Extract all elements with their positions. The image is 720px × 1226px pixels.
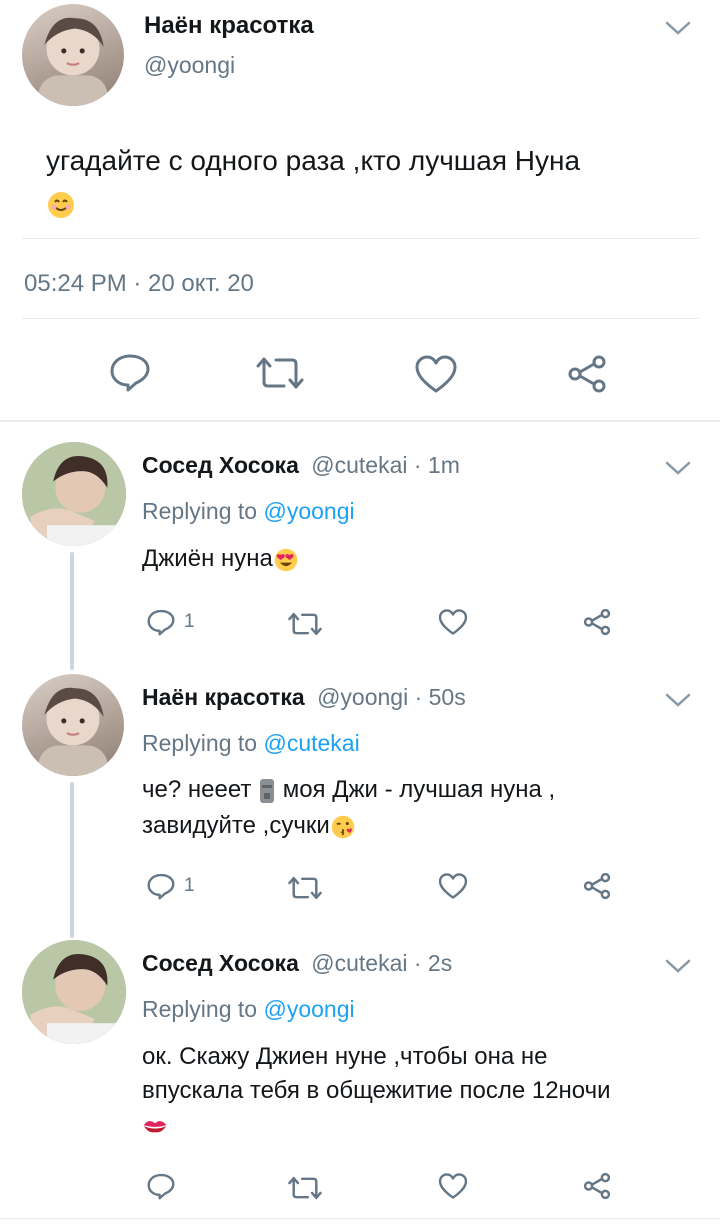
thread-line [70, 552, 74, 670]
tweet-text: угадайте с одного раза ,кто лучшая Нуна [46, 140, 686, 224]
retweet-icon [288, 1176, 322, 1200]
avatar-reply-3[interactable] [22, 940, 126, 1044]
kissing-face-icon [331, 815, 355, 838]
kiss-mark-icon [143, 1120, 167, 1133]
author-meta[interactable]: @yoongi · 50s [317, 684, 466, 710]
chevron-down-icon[interactable] [664, 690, 692, 710]
like-button[interactable] [438, 1172, 468, 1200]
share-icon [583, 1172, 611, 1200]
reply-1-header: Сосед Хосока @cutekai · 1m [142, 452, 460, 479]
reply-text-line2: впускала тебя в общежитие после 12ночи [142, 1077, 611, 1104]
replying-prefix: Replying to [142, 996, 258, 1022]
share-button[interactable] [582, 608, 612, 636]
reply-2-header: Наён красотка @yoongi · 50s [142, 684, 466, 711]
reply-button[interactable]: 1 [146, 872, 195, 900]
retweet-icon [256, 357, 304, 389]
reply-button[interactable] [146, 1172, 176, 1200]
tweet-text-body: угадайте с одного раза ,кто лучшая Нуна [46, 145, 581, 176]
thread-line [70, 782, 74, 938]
reply-text-line1b: моя Джи - лучшая нуна , [282, 776, 556, 803]
reply-count: 1 [184, 611, 195, 632]
divider [22, 238, 700, 239]
retweet-button[interactable] [256, 356, 304, 390]
replying-to-handle[interactable]: @yoongi [263, 498, 354, 524]
avatar-reply-2[interactable] [22, 674, 124, 776]
replying-to-handle[interactable]: @cutekai [263, 730, 359, 756]
smiling-face-icon [48, 191, 74, 218]
divider [22, 318, 700, 319]
replying-prefix: Replying to [142, 730, 258, 756]
like-button[interactable] [438, 872, 468, 900]
like-icon [438, 1173, 468, 1199]
reply-icon [147, 1173, 175, 1200]
replying-to-handle[interactable]: @yoongi [263, 996, 354, 1022]
chevron-down-icon[interactable] [664, 18, 692, 38]
like-button[interactable] [438, 608, 468, 636]
reply-3-text: ок. Скажу Джиен нуне ,чтобы она не впуск… [142, 1040, 611, 1142]
retweet-button[interactable] [288, 1176, 322, 1200]
divider [0, 1218, 720, 1219]
retweet-icon [288, 612, 322, 636]
author-meta[interactable]: @cutekai · 2s [311, 950, 452, 976]
retweet-button[interactable] [288, 876, 322, 900]
avatar-reply-1[interactable] [22, 442, 126, 546]
chevron-down-icon[interactable] [664, 956, 692, 976]
retweet-icon [288, 876, 322, 900]
replying-to: Replying to @yoongi [142, 996, 355, 1023]
reply-count: 1 [184, 875, 195, 896]
like-icon [415, 355, 457, 393]
share-icon [568, 355, 606, 393]
reply-icon [110, 354, 150, 392]
reply-text-line1: че? нееет [142, 776, 252, 803]
reply-text-line1: ок. Скажу Джиен нуне ,чтобы она не [142, 1043, 548, 1070]
share-button[interactable] [566, 354, 608, 394]
reply-text: Джиён нуна [142, 545, 273, 572]
reply-button[interactable] [108, 352, 152, 392]
replying-prefix: Replying to [142, 498, 258, 524]
replying-to: Replying to @cutekai [142, 730, 360, 757]
author-name[interactable]: Сосед Хосока [142, 452, 299, 478]
heart-eyes-icon [274, 548, 298, 571]
author-meta[interactable]: @cutekai · 1m [311, 452, 460, 478]
share-button[interactable] [582, 1172, 612, 1200]
share-button[interactable] [582, 872, 612, 900]
share-icon [583, 608, 611, 636]
chevron-down-icon[interactable] [664, 458, 692, 478]
reply-icon [147, 873, 175, 900]
like-icon [438, 609, 468, 635]
author-name[interactable]: Наён красотка [142, 684, 305, 710]
reply-2-text: че? нееет моя Джи - лучшая нуна , завиду… [142, 772, 555, 844]
reply-text-line2: завидуйте ,сучки [142, 812, 330, 839]
reply-3-header: Сосед Хосока @cutekai · 2s [142, 950, 452, 977]
reply-1-text: Джиён нуна [142, 542, 299, 576]
timestamp: 05:24 PM · 20 окт. 20 [24, 270, 254, 297]
replying-to: Replying to @yoongi [142, 498, 355, 525]
share-icon [583, 872, 611, 900]
reply-button[interactable]: 1 [146, 608, 195, 636]
moai-icon [260, 778, 275, 803]
reply-icon [147, 609, 175, 636]
author-handle[interactable]: @yoongi [144, 52, 235, 79]
avatar-main[interactable] [22, 4, 124, 106]
author-name[interactable]: Сосед Хосока [142, 950, 299, 976]
section-divider [0, 420, 720, 422]
retweet-button[interactable] [288, 612, 322, 636]
author-name[interactable]: Наён красотка [144, 12, 314, 40]
like-icon [438, 873, 468, 899]
like-button[interactable] [414, 354, 458, 394]
